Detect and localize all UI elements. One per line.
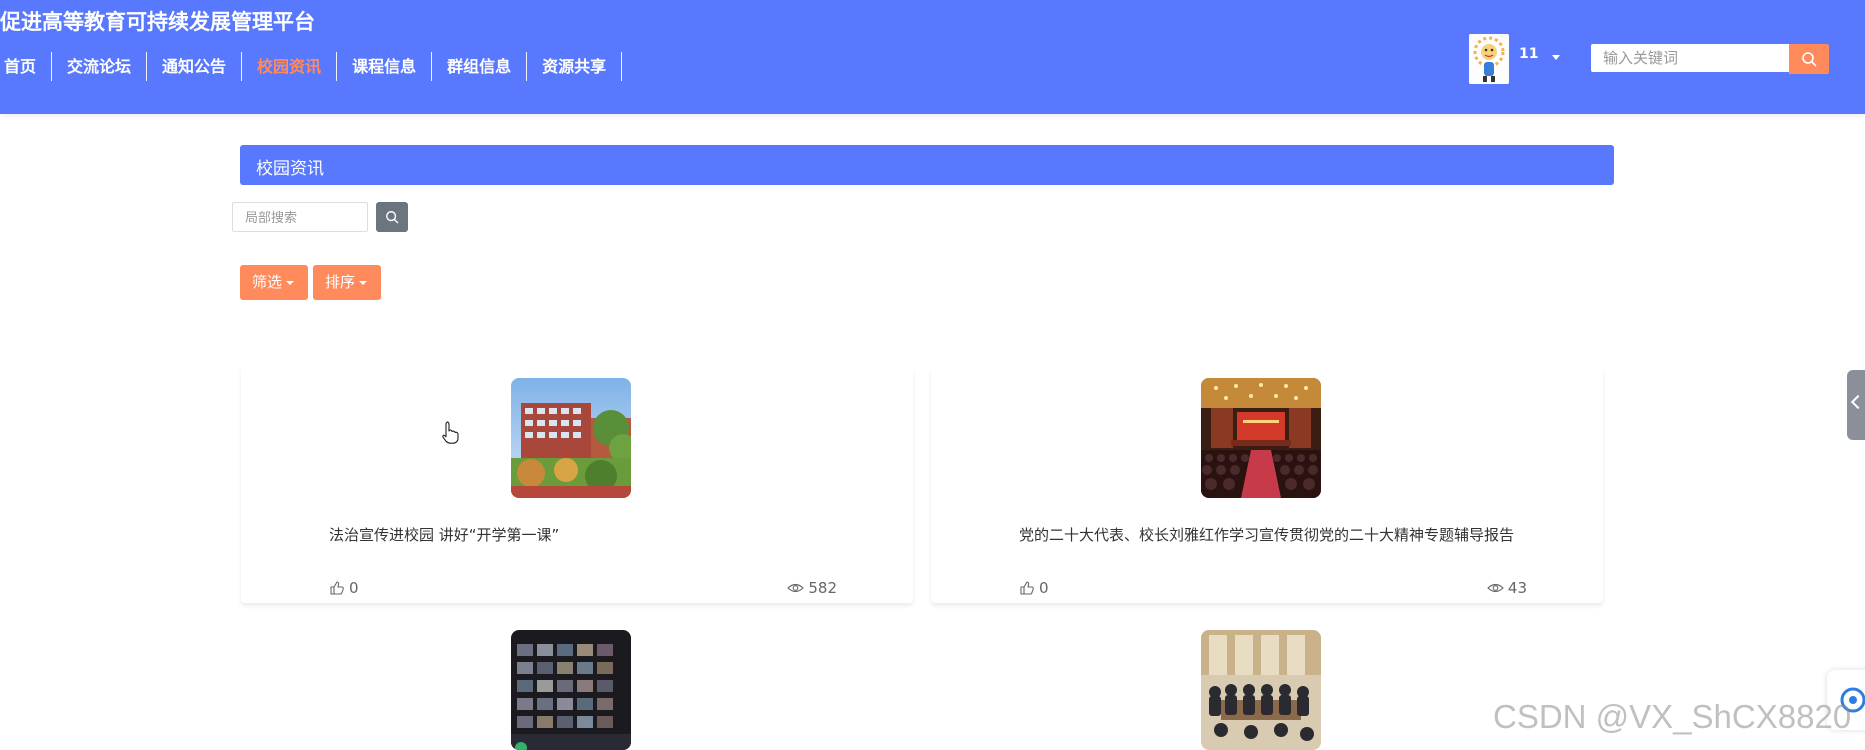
watermark: CSDN @VX_ShCX8820 (1493, 698, 1852, 735)
header-search-input[interactable] (1591, 44, 1789, 72)
filter-dropdown-button[interactable]: 筛选 (240, 265, 308, 300)
campus-building-image (511, 378, 631, 498)
video-meeting-image (511, 630, 631, 750)
thumbs-up-icon (1020, 581, 1034, 595)
auditorium-image (1201, 378, 1321, 498)
view-count: 582 (808, 579, 837, 597)
news-title[interactable]: 法治宣传进校园 讲好“开学第一课” (329, 524, 849, 546)
nav-item-campus-news[interactable]: 校园资讯 (242, 52, 338, 81)
eye-icon (787, 583, 805, 593)
like-count: 0 (1039, 579, 1049, 597)
like-count: 0 (349, 579, 359, 597)
sort-label: 排序 (325, 273, 356, 291)
main-nav: 首页 交流论坛 通知公告 校园资讯 课程信息 群组信息 资源共享 (0, 52, 623, 81)
caret-down-icon (286, 280, 295, 285)
caret-down-icon (359, 280, 368, 285)
side-panel-toggle[interactable] (1847, 370, 1865, 440)
search-icon (1802, 52, 1817, 67)
news-thumbnail[interactable] (1201, 378, 1321, 498)
nav-item-notices[interactable]: 通知公告 (147, 52, 243, 81)
hand-cursor-icon (441, 420, 461, 448)
filter-label: 筛选 (252, 273, 283, 291)
news-card[interactable] (241, 618, 913, 750)
site-title: 促进高等教育可持续发展管理平台 (0, 10, 315, 34)
news-card[interactable]: 法治宣传进校园 讲好“开学第一课” 0 582 (241, 366, 913, 603)
view-counter: 43 (1487, 579, 1527, 597)
nav-item-courses[interactable]: 课程信息 (337, 52, 433, 81)
section-header-bar: 校园资讯 (240, 145, 1614, 185)
news-card[interactable]: 党的二十大代表、校长刘雅红作学习宣传贯彻党的二十大精神专题辅导报告 0 43 (931, 366, 1603, 603)
news-title[interactable]: 党的二十大代表、校长刘雅红作学习宣传贯彻党的二十大精神专题辅导报告 (1019, 524, 1539, 546)
view-count: 43 (1507, 579, 1527, 597)
user-menu-caret-icon[interactable] (1552, 55, 1560, 60)
local-search-input[interactable] (232, 202, 368, 232)
eye-icon (1487, 583, 1504, 593)
like-counter[interactable]: 0 (329, 579, 359, 597)
nav-item-resources[interactable]: 资源共享 (527, 52, 623, 81)
nav-item-home[interactable]: 首页 (0, 52, 53, 81)
news-thumbnail[interactable] (511, 630, 631, 750)
like-counter[interactable]: 0 (1019, 579, 1049, 597)
header-search-button[interactable] (1789, 44, 1829, 74)
news-thumbnail[interactable] (1201, 630, 1321, 750)
sort-dropdown-button[interactable]: 排序 (313, 265, 381, 300)
section-title: 校园资讯 (256, 159, 324, 179)
avatar[interactable] (1469, 34, 1509, 84)
nav-item-groups[interactable]: 群组信息 (432, 52, 528, 81)
search-icon (386, 211, 399, 224)
thumbs-up-icon (330, 581, 344, 595)
news-thumbnail[interactable] (511, 378, 631, 498)
top-header: 促进高等教育可持续发展管理平台 首页 交流论坛 通知公告 校园资讯 课程信息 群… (0, 0, 1865, 114)
nav-item-forum[interactable]: 交流论坛 (52, 52, 148, 81)
user-name[interactable]: 11 (1519, 46, 1538, 62)
view-counter: 582 (787, 579, 837, 597)
avatar-image (1469, 34, 1509, 84)
chevron-left-icon (1850, 394, 1865, 410)
local-search-button[interactable] (376, 202, 408, 232)
conference-room-image (1201, 630, 1321, 750)
